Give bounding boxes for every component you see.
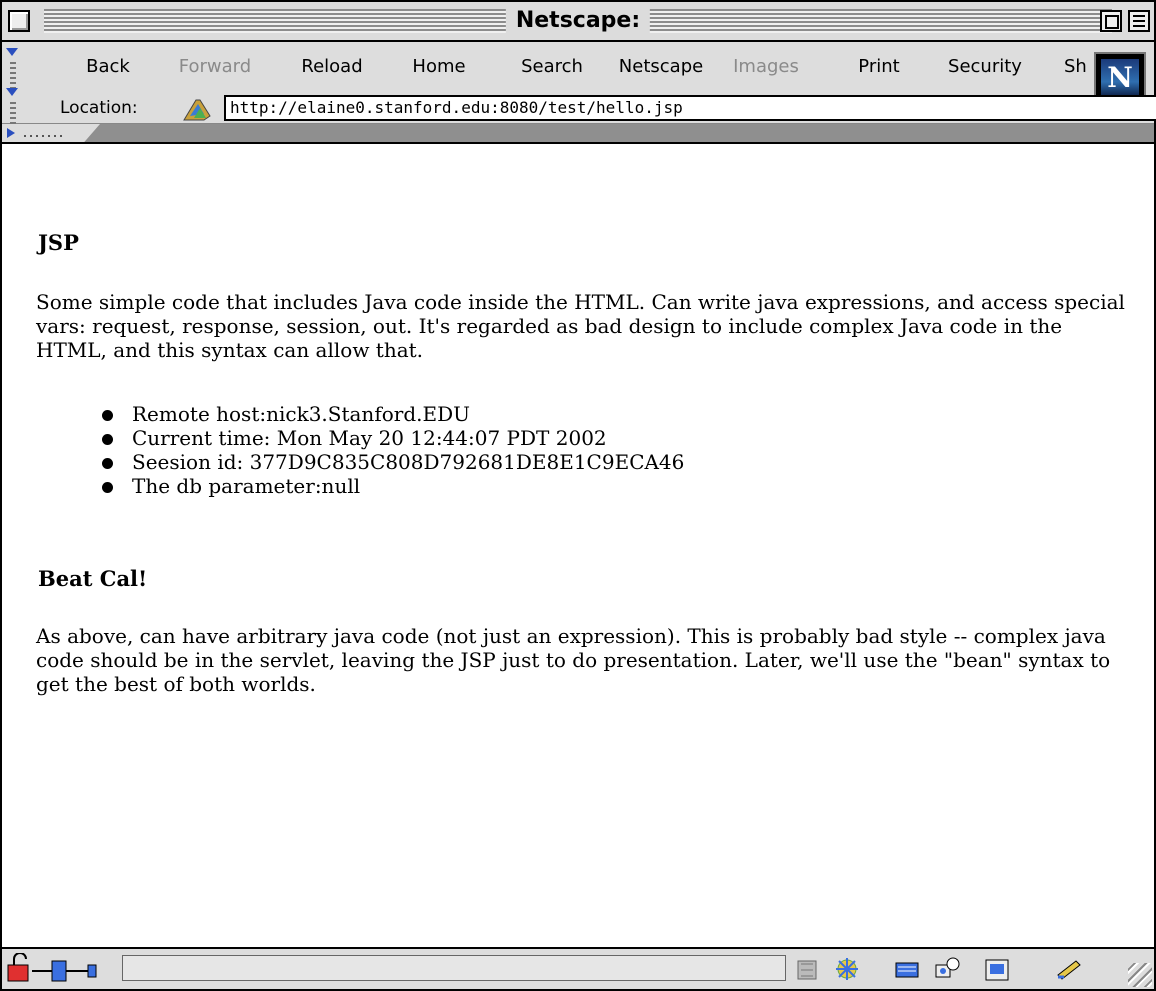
connection-plug-icon[interactable] bbox=[32, 960, 97, 982]
security-button[interactable]: Security bbox=[930, 42, 1040, 92]
component-bar bbox=[792, 951, 1142, 987]
personal-toolbar-tab[interactable] bbox=[2, 124, 100, 142]
resize-grip[interactable] bbox=[1128, 963, 1152, 987]
composer-icon[interactable] bbox=[982, 955, 1012, 983]
page-content: JSP Some simple code that includes Java … bbox=[2, 142, 1154, 947]
newsgroups-icon[interactable] bbox=[892, 955, 922, 983]
collapse-triangle-icon[interactable] bbox=[6, 48, 18, 56]
title-bar[interactable]: Netscape: bbox=[2, 2, 1154, 42]
status-message bbox=[122, 955, 786, 981]
info-list: Remote host:nick3.Stanford.EDU Current t… bbox=[102, 402, 684, 498]
location-label: Location: bbox=[60, 98, 138, 118]
browser-window: Netscape: Back Forward Reload Home Searc… bbox=[0, 0, 1156, 991]
status-left-icons bbox=[6, 952, 118, 983]
print-button[interactable]: Print bbox=[844, 42, 914, 92]
home-button[interactable]: Home bbox=[394, 42, 484, 92]
window-title: Netscape: bbox=[505, 7, 651, 35]
list-item: Seesion id: 377D9C835C808D792681DE8E1C9E… bbox=[102, 450, 684, 474]
shop-button[interactable]: Sh bbox=[1064, 42, 1094, 92]
location-bar: Location: http://elaine0.stanford.edu:80… bbox=[24, 92, 1156, 124]
reload-button[interactable]: Reload bbox=[280, 42, 384, 92]
navigation-buttons: Back Forward Reload Home Search Netscape… bbox=[24, 42, 1148, 92]
netscape-button[interactable]: Netscape bbox=[608, 42, 714, 92]
list-item: The db parameter:null bbox=[102, 474, 684, 498]
forward-button[interactable]: Forward bbox=[150, 42, 280, 92]
collapse-box[interactable] bbox=[1128, 10, 1150, 32]
editor-pen-icon[interactable] bbox=[1054, 955, 1084, 983]
heading-beat-cal: Beat Cal! bbox=[38, 566, 148, 591]
images-button[interactable]: Images bbox=[724, 42, 808, 92]
page-proxy-icon[interactable] bbox=[182, 96, 212, 122]
navigator-icon[interactable] bbox=[792, 955, 822, 983]
navigation-toolbar: Back Forward Reload Home Search Netscape… bbox=[2, 42, 1156, 130]
expand-triangle-icon[interactable] bbox=[7, 128, 15, 138]
mail-icon[interactable] bbox=[832, 955, 862, 983]
grip-dots-icon bbox=[24, 135, 64, 137]
list-item: Current time: Mon May 20 12:44:07 PDT 20… bbox=[102, 426, 684, 450]
back-button[interactable]: Back bbox=[68, 42, 148, 92]
address-book-icon[interactable] bbox=[932, 955, 962, 983]
collapse-triangle-icon[interactable] bbox=[6, 88, 18, 96]
security-lock-icon[interactable] bbox=[7, 952, 29, 982]
list-item: Remote host:nick3.Stanford.EDU bbox=[102, 402, 684, 426]
paragraph-above: As above, can have arbitrary java code (… bbox=[36, 624, 1111, 696]
heading-jsp: JSP bbox=[38, 230, 79, 255]
paragraph-intro: Some simple code that includes Java code… bbox=[36, 290, 1125, 362]
status-bar bbox=[2, 947, 1154, 989]
personal-toolbar-collapsed bbox=[2, 124, 1154, 142]
zoom-box[interactable] bbox=[1100, 10, 1122, 32]
close-box[interactable] bbox=[8, 10, 30, 32]
location-toolbar-grip[interactable] bbox=[4, 82, 22, 130]
search-button[interactable]: Search bbox=[502, 42, 602, 92]
location-url-field[interactable]: http://elaine0.stanford.edu:8080/test/he… bbox=[224, 95, 1156, 121]
